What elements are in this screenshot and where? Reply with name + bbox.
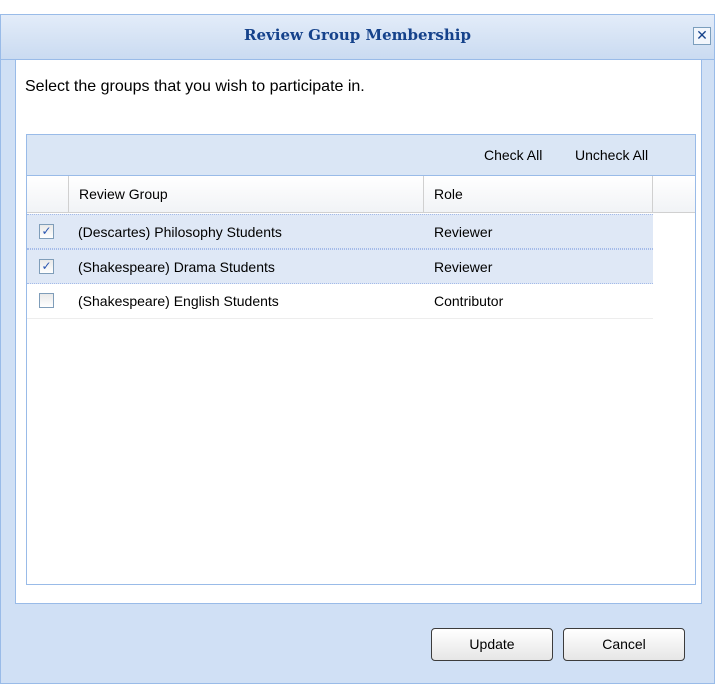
dialog-title: Review Group Membership [244, 26, 471, 44]
row-checkbox[interactable]: ✓ [39, 259, 54, 274]
header-checkbox-column [27, 176, 69, 212]
cancel-button[interactable]: Cancel [563, 628, 685, 661]
check-all-link[interactable]: Check All [484, 147, 542, 163]
header-spacer [653, 176, 695, 212]
grid-toolbar: Check All Uncheck All [27, 135, 695, 176]
review-group-cell: (Shakespeare) Drama Students [78, 259, 275, 275]
instructions-text: Select the groups that you wish to parti… [25, 78, 365, 95]
review-group-cell: (Shakespeare) English Students [78, 293, 279, 309]
table-row[interactable]: ✓ (Shakespeare) Drama Students Reviewer [27, 249, 653, 284]
dialog-titlebar[interactable]: Review Group Membership ✕ [1, 15, 714, 60]
role-cell: Reviewer [434, 259, 493, 275]
update-button[interactable]: Update [431, 628, 553, 661]
column-header-role[interactable]: Role [424, 176, 653, 212]
review-group-cell: (Descartes) Philosophy Students [78, 224, 282, 240]
table-row[interactable]: (Shakespeare) English Students Contribut… [27, 284, 653, 319]
row-checkbox[interactable]: ✓ [39, 224, 54, 239]
column-header-review-group[interactable]: Review Group [69, 176, 424, 212]
role-cell: Reviewer [434, 224, 493, 240]
grid-header: Review Group Role [27, 176, 695, 213]
uncheck-all-link[interactable]: Uncheck All [575, 147, 648, 163]
row-checkbox[interactable] [39, 293, 54, 308]
review-group-dialog: Review Group Membership ✕ Select the gro… [0, 14, 715, 684]
review-group-grid: Check All Uncheck All Review Group Role … [26, 134, 696, 585]
close-icon[interactable]: ✕ [693, 27, 711, 45]
table-row[interactable]: ✓ (Descartes) Philosophy Students Review… [27, 214, 653, 249]
role-cell: Contributor [434, 293, 504, 309]
